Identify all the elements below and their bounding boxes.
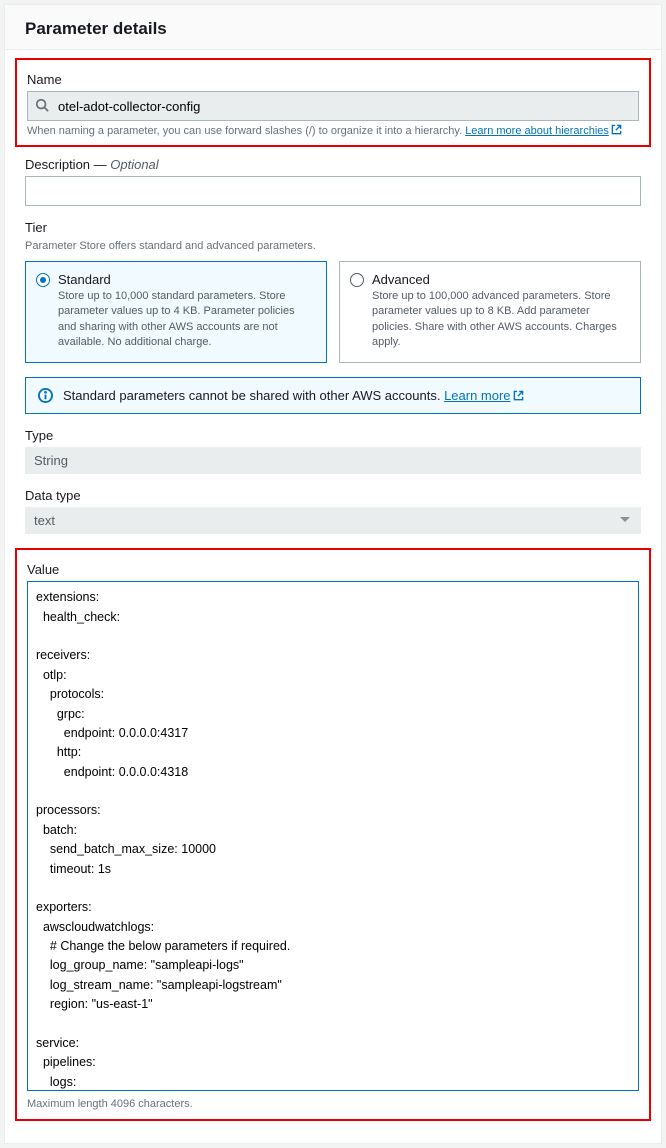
tier-option-standard[interactable]: Standard Store up to 10,000 standard par…: [25, 261, 327, 364]
search-icon: [35, 98, 49, 112]
external-link-icon: [611, 124, 622, 135]
name-label: Name: [27, 72, 639, 87]
tier-option-advanced[interactable]: Advanced Store up to 100,000 advanced pa…: [339, 261, 641, 364]
info-banner: Standard parameters cannot be shared wit…: [25, 377, 641, 414]
chevron-down-icon: [620, 517, 630, 522]
radio-icon: [350, 273, 364, 351]
tier-desc: Store up to 10,000 standard parameters. …: [58, 289, 314, 351]
name-hint: When naming a parameter, you can use for…: [27, 124, 639, 139]
type-label: Type: [25, 428, 641, 443]
value-textarea[interactable]: [27, 581, 639, 1091]
value-label: Value: [27, 562, 639, 577]
description-input[interactable]: [25, 176, 641, 206]
panel-body: Name When naming a parameter, you can us…: [5, 50, 661, 1143]
tier-desc: Store up to 100,000 advanced parameters.…: [372, 289, 628, 351]
data-type-section: Data type text: [25, 488, 641, 534]
tier-section: Tier Parameter Store offers standard and…: [25, 220, 641, 363]
hierarchies-link[interactable]: Learn more about hierarchies: [465, 125, 622, 137]
description-label: Description — Optional: [25, 157, 641, 172]
value-section: Value Maximum length 4096 characters.: [15, 548, 651, 1120]
name-input[interactable]: [27, 91, 639, 121]
data-type-label: Data type: [25, 488, 641, 503]
tier-title: Advanced: [372, 272, 628, 287]
learn-more-link[interactable]: Learn more: [444, 388, 523, 403]
page-title: Parameter details: [25, 19, 641, 39]
info-icon: [38, 388, 53, 403]
name-section: Name When naming a parameter, you can us…: [15, 58, 651, 147]
tier-hint: Parameter Store offers standard and adva…: [25, 239, 641, 254]
type-value: String: [25, 447, 641, 474]
tier-title: Standard: [58, 272, 314, 287]
type-section: Type String: [25, 428, 641, 474]
value-hint: Maximum length 4096 characters.: [27, 1097, 639, 1112]
radio-icon: [36, 273, 50, 351]
external-link-icon: [513, 390, 524, 401]
data-type-select[interactable]: text: [25, 507, 641, 534]
tier-label: Tier: [25, 220, 641, 235]
info-section: Standard parameters cannot be shared wit…: [25, 377, 641, 414]
description-section: Description — Optional: [25, 157, 641, 206]
parameter-details-panel: Parameter details Name When naming a par…: [4, 4, 662, 1144]
panel-header: Parameter details: [5, 5, 661, 50]
